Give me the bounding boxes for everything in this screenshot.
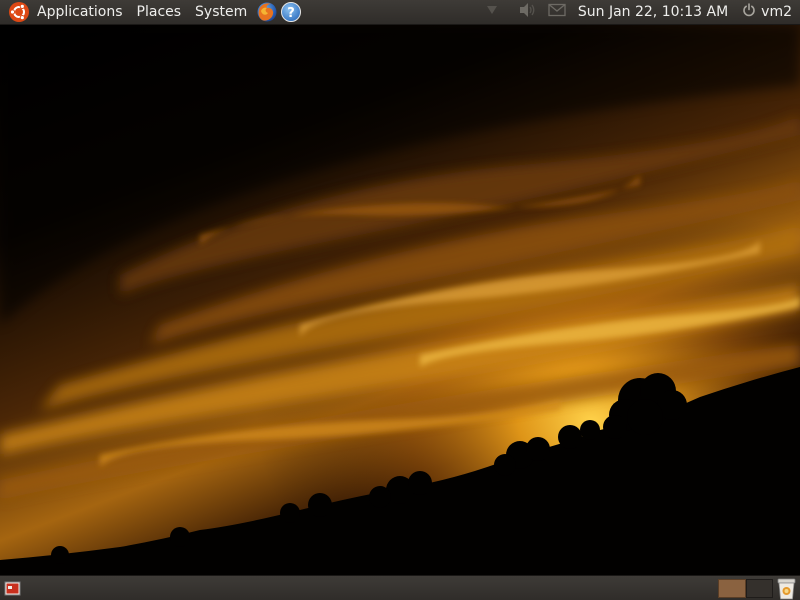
places-menu[interactable]: Places (130, 0, 189, 24)
workspace-1[interactable] (718, 579, 746, 598)
desktop: Applications Places System ? Sun Jan 22,… (0, 0, 800, 600)
user-menu[interactable]: vm2 (742, 3, 792, 21)
bottom-panel (0, 575, 800, 600)
volume-icon[interactable] (518, 2, 536, 22)
workspace-2[interactable] (746, 579, 773, 598)
user-name: vm2 (761, 4, 792, 20)
wallpaper-image (0, 25, 800, 575)
mail-icon[interactable] (548, 3, 566, 21)
help-icon[interactable]: ? (280, 1, 302, 23)
system-menu[interactable]: System (188, 0, 254, 24)
applications-menu[interactable]: Applications (30, 0, 130, 24)
trash-icon[interactable] (776, 578, 797, 600)
clock[interactable]: Sun Jan 22, 10:13 AM (578, 0, 728, 24)
network-icon[interactable] (486, 4, 498, 20)
svg-text:?: ? (287, 6, 295, 21)
firefox-icon[interactable] (256, 1, 278, 23)
top-panel: Applications Places System ? Sun Jan 22,… (0, 0, 800, 25)
show-desktop-icon[interactable] (4, 580, 21, 597)
ubuntu-logo-icon[interactable] (8, 1, 30, 23)
system-tray: Sun Jan 22, 10:13 AM vm2 (486, 0, 800, 24)
power-icon (742, 3, 756, 21)
